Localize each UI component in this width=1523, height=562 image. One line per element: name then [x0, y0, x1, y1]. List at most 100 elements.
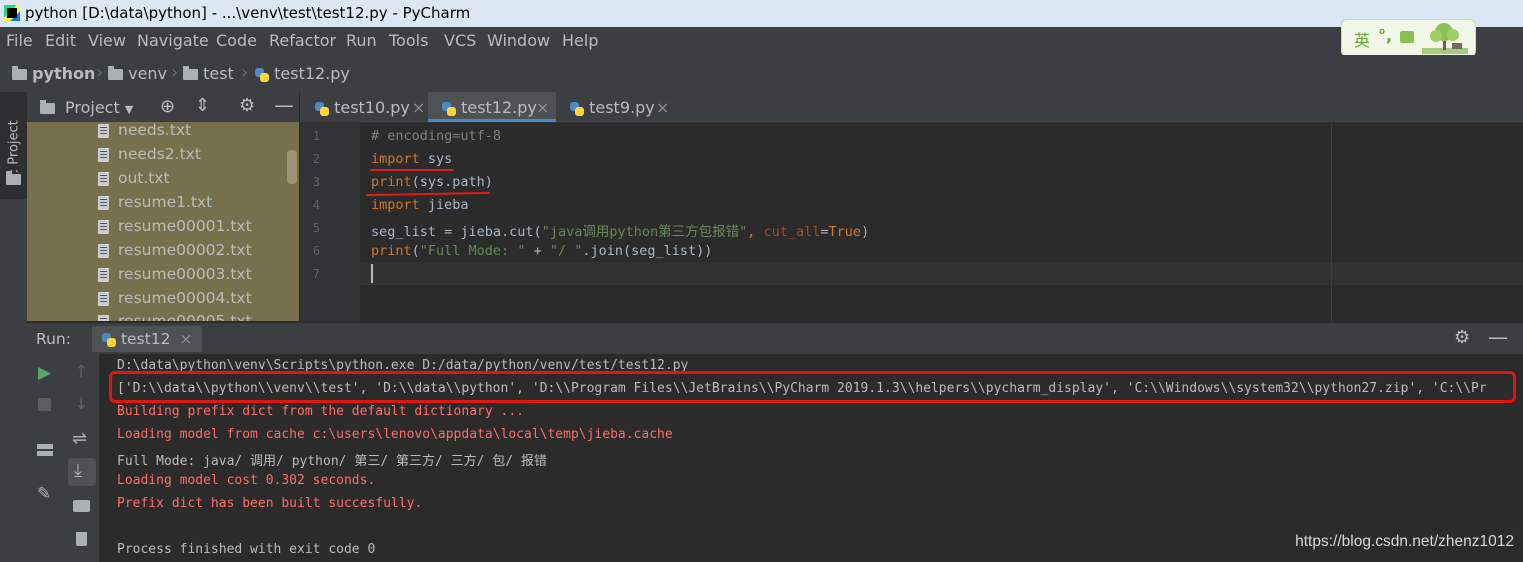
minimize-icon[interactable]: —	[1488, 325, 1508, 349]
menu-file[interactable]: File	[6, 31, 33, 50]
project-scrollbar[interactable]	[287, 150, 297, 184]
project-view-selector[interactable]: Project ▼	[65, 98, 133, 117]
list-item[interactable]: needs.txt	[98, 121, 191, 139]
collapse-all-icon[interactable]: ⇕	[195, 95, 210, 116]
file-name: resume00005.txt	[118, 312, 252, 321]
ime-language[interactable]: 英	[1354, 27, 1370, 51]
menu-code[interactable]: Code	[216, 31, 257, 50]
line-number: 2	[312, 152, 320, 166]
ime-skin-icon[interactable]	[1400, 31, 1414, 43]
python-file-icon	[570, 101, 584, 116]
layout-icon[interactable]	[37, 444, 53, 456]
stop-icon[interactable]	[38, 398, 51, 411]
breadcrumb-item-file[interactable]: test12.py	[255, 64, 350, 83]
console-line: Prefix dict has been built succesfully.	[117, 496, 423, 511]
arrow-down-icon[interactable]: ↓	[74, 394, 88, 414]
menu-help[interactable]: Help	[562, 31, 598, 50]
code-line: seg_list = jieba.cut("java调用python第三方包报错…	[371, 220, 869, 240]
minimize-icon[interactable]: —	[274, 93, 294, 117]
menu-refactor[interactable]: Refactor	[269, 31, 336, 50]
file-name: resume00001.txt	[118, 217, 252, 235]
text-file-icon	[98, 195, 109, 210]
console-line: Loading model from cache c:\users\lenovo…	[117, 427, 673, 442]
list-item[interactable]: resume00003.txt	[98, 265, 252, 283]
close-icon[interactable]: ×	[179, 330, 192, 348]
line-number: 4	[312, 198, 320, 212]
breadcrumb-label: python	[32, 64, 96, 83]
text-file-icon	[98, 267, 109, 282]
ime-punctuation[interactable]: °,	[1378, 26, 1392, 45]
code-token: seg_list = jieba.cut(	[371, 224, 542, 240]
folder-icon	[40, 100, 55, 114]
code-token: =	[820, 224, 829, 240]
menu-window[interactable]: Window	[487, 31, 550, 50]
close-icon[interactable]: ×	[412, 98, 425, 117]
line-number: 6	[312, 244, 320, 258]
pycharm-logo-icon	[4, 5, 20, 21]
pin-icon[interactable]: ✎	[37, 484, 51, 504]
locate-icon[interactable]: ⊕	[160, 96, 175, 117]
file-name: resume00003.txt	[118, 265, 252, 283]
folder-icon	[108, 66, 123, 80]
breadcrumb-item-python[interactable]: python	[12, 64, 95, 83]
close-icon[interactable]: ×	[536, 98, 549, 117]
code-token: ,	[747, 224, 764, 240]
project-title: Project	[65, 98, 120, 117]
console-line: Process finished with exit code 0	[117, 542, 376, 557]
menu-vcs[interactable]: VCS	[444, 31, 476, 50]
breadcrumb-item-venv[interactable]: venv	[108, 64, 167, 83]
text-file-icon	[98, 171, 109, 186]
annotation-underline	[370, 169, 454, 171]
python-file-icon	[102, 332, 116, 347]
project-tool-tab[interactable]: 1: Project	[0, 92, 27, 199]
file-name: resume1.txt	[118, 193, 213, 211]
menu-tools[interactable]: Tools	[389, 31, 428, 50]
gear-icon[interactable]: ⚙	[1454, 327, 1470, 348]
chevron-right-icon: ›	[241, 62, 249, 83]
tab-test9[interactable]: test9.py ×	[558, 92, 676, 122]
code-line: print(sys.path)	[371, 174, 493, 190]
list-item[interactable]: resume00001.txt	[98, 217, 252, 235]
code-token: (	[411, 243, 420, 259]
menu-run[interactable]: Run	[346, 31, 377, 50]
menu-navigate[interactable]: Navigate	[137, 31, 209, 50]
close-icon[interactable]: ×	[656, 98, 669, 117]
string-token: "/ "	[549, 243, 583, 259]
run-icon[interactable]: ▶	[38, 363, 51, 383]
text-file-icon	[98, 243, 109, 258]
ime-toolbar[interactable]: 英 °,	[1341, 19, 1476, 57]
trash-icon[interactable]	[76, 532, 87, 546]
menu-view[interactable]: View	[88, 31, 126, 50]
gear-icon[interactable]: ⚙	[239, 95, 255, 116]
text-file-icon	[98, 219, 109, 234]
file-name: out.txt	[118, 169, 170, 187]
list-item[interactable]: resume00004.txt	[98, 289, 252, 307]
code-token: jieba	[419, 197, 469, 213]
list-item[interactable]: needs2.txt	[98, 145, 201, 163]
tab-test10[interactable]: test10.py ×	[306, 92, 428, 122]
tab-test12[interactable]: test12.py ×	[428, 92, 556, 122]
menu-bar: File Edit View Navigate Code Refactor Ru…	[0, 27, 1523, 55]
print-icon[interactable]	[73, 500, 90, 512]
run-tab-test12[interactable]: test12 ×	[92, 326, 203, 352]
list-item[interactable]: resume1.txt	[98, 193, 212, 211]
python-file-icon	[315, 101, 329, 116]
soft-wrap-icon[interactable]: ⇌	[72, 428, 87, 449]
keyword-token: True	[828, 224, 862, 240]
text-file-icon	[98, 147, 109, 162]
text-file-icon	[98, 123, 109, 138]
breadcrumb-item-test[interactable]: test	[183, 64, 234, 83]
list-item-clipped[interactable]: resume00005.txt	[98, 312, 298, 321]
arrow-up-icon[interactable]: ↑	[74, 362, 88, 382]
menu-edit[interactable]: Edit	[45, 31, 76, 50]
scroll-to-end-button[interactable]: ⤓	[68, 458, 96, 486]
string-token: "Full Mode: "	[419, 243, 526, 259]
code-line: # encoding=utf-8	[371, 128, 501, 144]
list-item[interactable]: resume00002.txt	[98, 241, 252, 259]
console-line: Full Mode: java/ 调用/ python/ 第三/ 第三方/ 三方…	[117, 454, 547, 469]
list-item[interactable]: out.txt	[98, 169, 170, 187]
run-label: Run:	[36, 330, 71, 348]
code-token: sys	[419, 151, 453, 167]
right-margin-guide	[1331, 123, 1332, 322]
keyword-token: import	[371, 197, 420, 213]
